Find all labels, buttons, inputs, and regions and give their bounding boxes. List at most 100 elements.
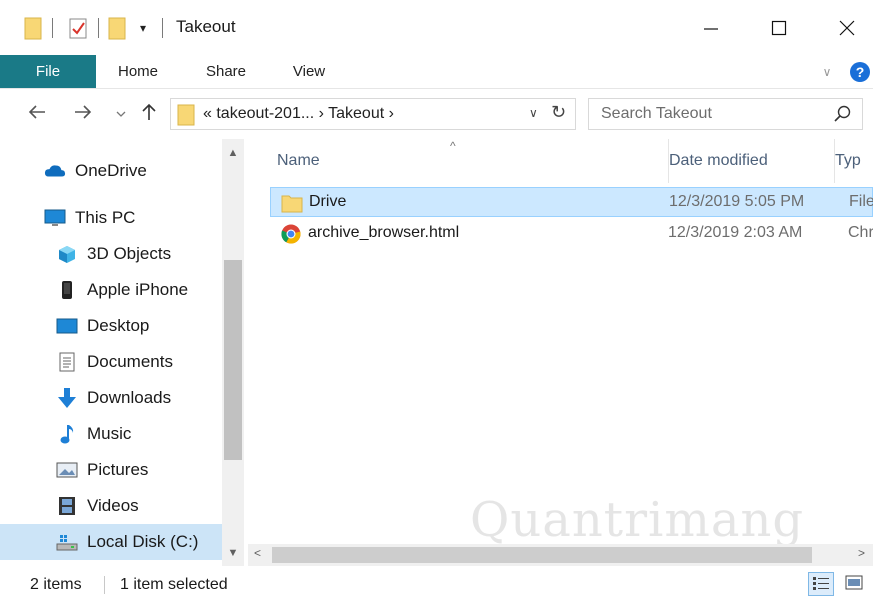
nav-item-videos[interactable]: Videos — [0, 488, 222, 524]
nav-item-desktop[interactable]: Desktop — [0, 308, 222, 344]
up-button[interactable] — [136, 101, 162, 127]
nav-item-3d-objects[interactable]: 3D Objects — [0, 236, 222, 272]
column-header-label: Name — [277, 152, 320, 169]
scroll-thumb[interactable] — [272, 547, 812, 563]
address-path[interactable]: « takeout-201... › Takeout › — [203, 105, 394, 123]
monitor-icon — [44, 207, 66, 229]
properties-icon[interactable] — [68, 16, 88, 40]
large-icons-view-button[interactable] — [842, 572, 868, 596]
details-view-icon — [813, 577, 829, 590]
toolbar-separator — [162, 18, 163, 38]
nav-item-label: OneDrive — [75, 161, 147, 180]
forward-button[interactable] — [70, 101, 96, 127]
nav-item-documents[interactable]: Documents — [0, 344, 222, 380]
status-bar: 2 items 1 item selected — [0, 566, 873, 602]
tab-home[interactable]: Home — [100, 55, 176, 88]
cube-icon — [56, 243, 78, 265]
scroll-right-chevron-icon[interactable]: > — [858, 546, 865, 560]
nav-item-label: Downloads — [87, 388, 172, 407]
recent-locations-button[interactable] — [108, 101, 134, 127]
nav-item-label: Documents — [87, 352, 173, 371]
search-input[interactable]: Search Takeout — [601, 105, 712, 123]
nav-item-this-pc[interactable]: This PC — [0, 200, 222, 236]
scroll-thumb[interactable] — [224, 260, 242, 460]
column-header-label: Date modified — [669, 152, 768, 169]
document-icon — [56, 351, 78, 373]
tab-share[interactable]: Share — [190, 55, 262, 88]
watermark: Quantrimang — [470, 492, 805, 548]
horizontal-scrollbar[interactable]: < > — [248, 544, 873, 566]
ribbon-tabs: File Home Share View ∨ ? — [0, 55, 873, 89]
column-header-date-modified[interactable]: Date modified — [668, 139, 833, 183]
status-separator — [104, 576, 105, 594]
nav-item-label: Videos — [87, 496, 139, 515]
folder-icon — [281, 195, 303, 213]
tab-file[interactable]: File — [0, 55, 96, 88]
file-type: File — [849, 193, 873, 210]
file-name: Drive — [309, 193, 347, 210]
maximize-button[interactable] — [744, 0, 814, 55]
file-date: 12/3/2019 5:05 PM — [669, 193, 805, 210]
scroll-up-chevron-icon[interactable]: ▲ — [222, 143, 244, 163]
search-icon[interactable] — [833, 104, 853, 124]
close-icon — [839, 20, 855, 35]
nav-item-label: Music — [87, 424, 132, 443]
folder-icon[interactable] — [24, 16, 42, 40]
back-arrow-icon — [28, 105, 45, 119]
selection-count: 1 item selected — [120, 576, 228, 593]
nav-item-apple-iphone[interactable]: Apple iPhone — [0, 272, 222, 308]
address-bar[interactable]: « takeout-201... › Takeout › ∨ ↻ — [170, 98, 576, 130]
scroll-down-chevron-icon[interactable]: ▼ — [222, 543, 244, 563]
nav-item-onedrive[interactable]: OneDrive — [0, 153, 222, 189]
nav-item-label: 3D Objects — [87, 244, 172, 263]
nav-item-local-disk[interactable]: Local Disk (C:) — [0, 524, 222, 560]
download-arrow-icon — [56, 387, 78, 409]
file-row-archive-browser[interactable]: archive_browser.html 12/3/2019 2:03 AM C… — [270, 219, 873, 249]
details-view-button[interactable] — [808, 572, 834, 596]
minimize-icon — [704, 27, 718, 30]
refresh-icon[interactable]: ↻ — [551, 102, 566, 123]
nav-item-label: Local Disk (C:) — [87, 532, 199, 551]
help-icon[interactable]: ? — [850, 62, 870, 82]
minimize-button[interactable] — [676, 0, 746, 55]
folder-icon — [177, 104, 195, 126]
desktop-icon — [56, 315, 78, 337]
address-dropdown-chevron-icon[interactable]: ∨ — [529, 106, 538, 120]
navigation-pane-scrollbar[interactable]: ▲ ▼ — [222, 139, 244, 566]
film-icon — [56, 495, 78, 517]
search-box[interactable]: Search Takeout — [588, 98, 863, 130]
nav-item-pictures[interactable]: Pictures — [0, 452, 222, 488]
column-header-label: Typ — [835, 152, 861, 169]
nav-item-label: Apple iPhone — [87, 280, 189, 299]
column-header-name[interactable]: Name — [277, 139, 667, 183]
tab-view[interactable]: View — [276, 55, 342, 88]
phone-icon — [56, 279, 78, 301]
nav-item-label: Desktop — [87, 316, 150, 335]
maximize-icon — [771, 20, 787, 35]
file-type: Chr — [848, 224, 873, 241]
navigation-pane: OneDrive This PC 3D Objects Apple iPhone… — [0, 139, 246, 566]
large-icons-view-icon — [845, 575, 863, 590]
nav-item-music[interactable]: Music — [0, 416, 222, 452]
nav-item-label: This PC — [75, 208, 136, 227]
file-name: archive_browser.html — [308, 224, 460, 241]
expand-ribbon-chevron-icon[interactable]: ∨ — [818, 63, 836, 81]
up-arrow-icon — [142, 103, 156, 120]
cloud-icon — [44, 160, 66, 182]
disk-drive-icon — [56, 531, 78, 553]
file-date: 12/3/2019 2:03 AM — [668, 224, 803, 241]
scroll-left-chevron-icon[interactable]: < — [254, 546, 261, 560]
close-button[interactable] — [812, 0, 873, 55]
chrome-icon — [281, 224, 301, 244]
column-header-type[interactable]: Typ — [834, 139, 873, 183]
nav-item-downloads[interactable]: Downloads — [0, 380, 222, 416]
picture-icon — [56, 459, 78, 481]
navigation-bar: « takeout-201... › Takeout › ∨ ↻ Search … — [0, 89, 873, 139]
customize-toolbar-dropdown[interactable]: ▾ — [136, 18, 150, 38]
title-bar: ▾ Takeout — [0, 0, 873, 55]
file-row-drive[interactable]: Drive 12/3/2019 5:05 PM File — [270, 187, 873, 217]
back-button[interactable] — [24, 101, 50, 127]
toolbar-separator — [98, 18, 99, 38]
new-folder-icon[interactable] — [108, 16, 126, 40]
nav-item-label: Pictures — [87, 460, 149, 479]
